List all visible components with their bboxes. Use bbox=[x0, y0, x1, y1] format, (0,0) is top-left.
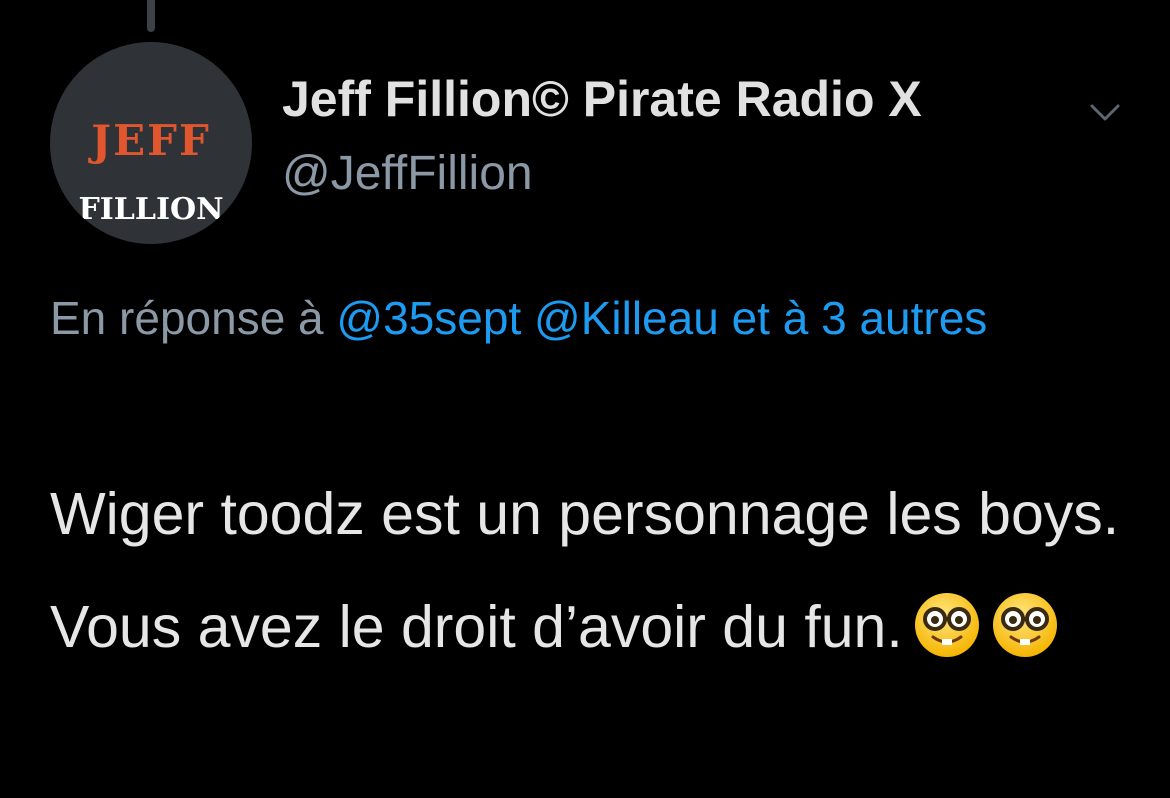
tweet-body: Wiger toodz est un personnage les boys. … bbox=[50, 458, 1140, 684]
reply-prefix: En réponse à bbox=[50, 292, 337, 344]
nerd-face-emoji-icon bbox=[914, 593, 979, 658]
author-handle[interactable]: @JeffFillion bbox=[282, 150, 533, 198]
avatar-logo-text-bottom: FILLION bbox=[78, 192, 224, 227]
avatar[interactable]: JEFF FILLION bbox=[50, 42, 252, 244]
avatar-logo-text-top: JEFF bbox=[91, 116, 211, 165]
chevron-down-icon[interactable] bbox=[1088, 100, 1122, 124]
mention-link[interactable]: @35sept bbox=[336, 292, 521, 344]
thread-connector-line bbox=[147, 0, 155, 32]
author-display-name[interactable]: Jeff Fillion© Pirate Radio X bbox=[282, 74, 922, 124]
reply-others-link[interactable]: et à 3 autres bbox=[732, 292, 988, 344]
nerd-face-emoji-icon bbox=[992, 593, 1057, 658]
reply-context: En réponse à @35sept @Killeau et à 3 aut… bbox=[50, 278, 1130, 358]
mention-link[interactable]: @Killeau bbox=[534, 292, 719, 344]
